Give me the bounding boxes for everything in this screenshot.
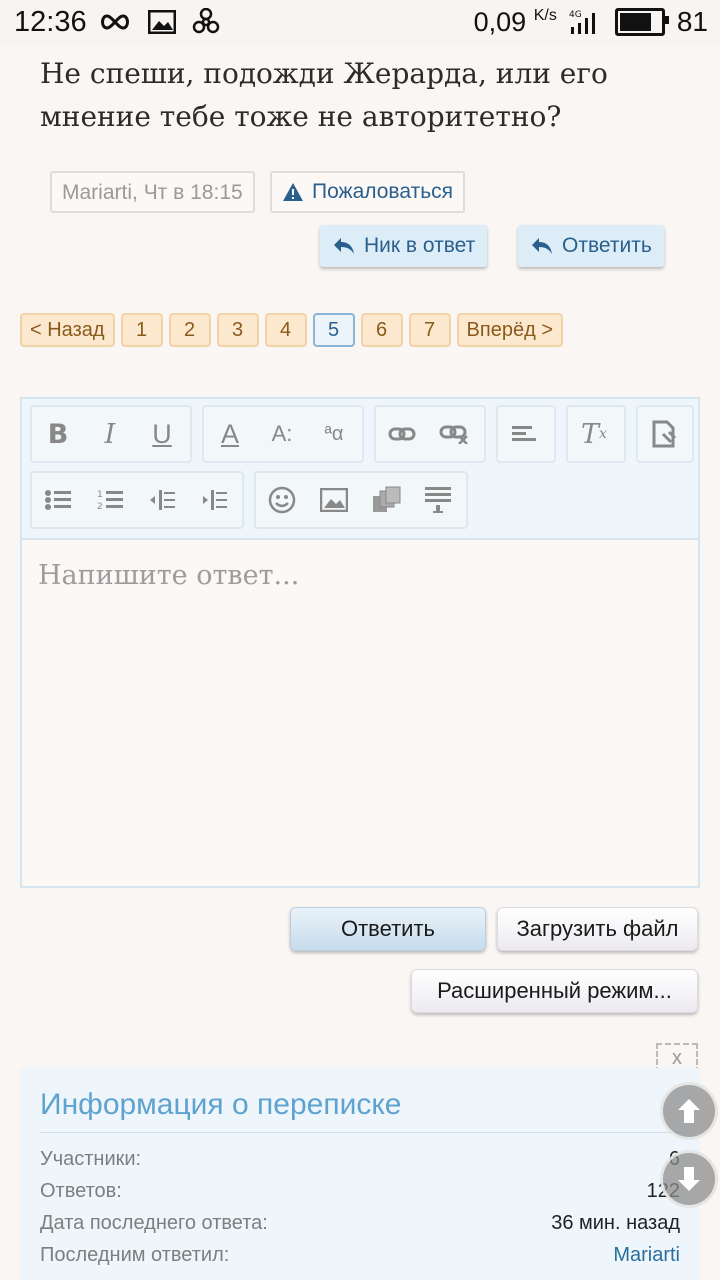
page-prev[interactable]: < Назад <box>20 313 115 347</box>
reply-arrow-icon <box>532 238 552 254</box>
image-icon[interactable] <box>308 473 360 527</box>
insert-group <box>254 471 468 529</box>
bullet-list-icon[interactable] <box>32 473 84 527</box>
font-group: A A: ªα <box>202 405 364 463</box>
advanced-mode-button[interactable]: Расширенный режим... <box>411 969 698 1013</box>
infinity-icon <box>101 14 129 30</box>
bold-icon[interactable]: B <box>32 407 84 461</box>
battery-icon <box>614 8 669 36</box>
page-3[interactable]: 3 <box>216 313 259 347</box>
page-6[interactable]: 6 <box>360 313 403 347</box>
gallery-icon <box>148 10 176 34</box>
clear-group: Tx <box>566 405 626 463</box>
unlink-icon[interactable] <box>428 407 480 461</box>
info-title: Информация о переписке <box>40 1088 402 1121</box>
page-1[interactable]: 1 <box>120 313 163 347</box>
arrow-down-icon <box>678 1167 700 1191</box>
list-group: 12 <box>30 471 244 529</box>
align-icon[interactable] <box>498 407 550 461</box>
reply-label: Ответить <box>562 234 652 257</box>
battery-level: 81 <box>676 6 708 37</box>
report-button[interactable]: Пожаловаться <box>270 171 466 213</box>
nick-reply-label: Ник в ответ <box>364 234 476 257</box>
font-family-icon[interactable]: ªα <box>308 407 360 461</box>
smiley-icon[interactable] <box>256 473 308 527</box>
info-row-replies: Ответов: 122 <box>40 1180 680 1202</box>
reply-quote-button[interactable]: Ответить <box>518 225 664 267</box>
pagination: < Назад 1 2 3 4 5 6 7 Вперёд > <box>20 313 563 347</box>
align-group <box>496 405 556 463</box>
last-poster-link[interactable]: Mariarti <box>613 1244 680 1267</box>
submit-reply-button[interactable]: Ответить <box>290 907 486 951</box>
outdent-icon[interactable] <box>136 473 188 527</box>
insert-block-icon[interactable] <box>412 473 464 527</box>
page-next[interactable]: Вперёд > <box>456 313 563 347</box>
post-author[interactable]: Mariarti <box>62 181 132 204</box>
nick-reply-button[interactable]: Ник в ответ <box>320 225 488 267</box>
info-row-last-poster: Последним ответил: Mariarti <box>40 1244 680 1267</box>
warning-icon <box>283 183 303 201</box>
network-speed: 0,09 K/s <box>473 6 557 37</box>
clock: 12:36 <box>14 6 87 38</box>
italic-icon[interactable]: I <box>84 407 136 461</box>
reply-editor: B I U A A: ªα Tx 1 2 Напишите ответ... <box>20 397 700 888</box>
source-icon[interactable] <box>638 407 690 461</box>
page-5-current[interactable]: 5 <box>312 313 355 347</box>
page-7[interactable]: 7 <box>408 313 451 347</box>
scroll-down-button[interactable] <box>660 1150 718 1208</box>
post-meta: Mariarti, Чт в 18:15 <box>50 171 255 213</box>
info-row-participants: Участники: 6 <box>40 1148 680 1170</box>
reply-textarea[interactable]: Напишите ответ... <box>22 540 698 611</box>
source-group <box>636 405 694 463</box>
page-2[interactable]: 2 <box>168 313 211 347</box>
underline-icon[interactable]: U <box>136 407 188 461</box>
thread-info-panel: Информация о переписке Участники: 6 Отве… <box>20 1068 700 1280</box>
signal-icon: 4G <box>569 10 595 34</box>
info-row-last-date: Дата последнего ответа: 36 мин. назад <box>40 1212 680 1234</box>
link-group <box>374 405 486 463</box>
format-group: B I U <box>30 405 192 463</box>
report-label: Пожаловаться <box>312 180 454 203</box>
fan-icon <box>192 8 220 34</box>
font-color-icon[interactable]: A <box>204 407 256 461</box>
link-icon[interactable] <box>376 407 428 461</box>
post-text: Не спеши, подожди Жерарда, или его мнени… <box>40 57 608 133</box>
editor-toolbar: B I U A A: ªα Tx 1 2 <box>22 399 698 540</box>
info-divider <box>40 1132 680 1133</box>
post-time[interactable]: Чт в 18:15 <box>144 181 243 204</box>
reply-arrow-icon <box>334 238 354 254</box>
arrow-up-icon <box>678 1099 700 1123</box>
numbered-list-icon[interactable]: 12 <box>84 473 136 527</box>
svg-text:2: 2 <box>97 502 103 511</box>
svg-text:4G: 4G <box>569 10 582 20</box>
svg-text:1: 1 <box>97 490 103 500</box>
font-size-icon[interactable]: A: <box>256 407 308 461</box>
indent-icon[interactable] <box>188 473 240 527</box>
upload-file-button[interactable]: Загрузить файл <box>497 907 698 951</box>
status-bar: 12:36 0,09 K/s 4G 81 <box>0 0 720 46</box>
scroll-up-button[interactable] <box>660 1082 718 1140</box>
page-4[interactable]: 4 <box>264 313 307 347</box>
remove-format-icon[interactable]: Tx <box>568 407 620 461</box>
media-icon[interactable] <box>360 473 412 527</box>
